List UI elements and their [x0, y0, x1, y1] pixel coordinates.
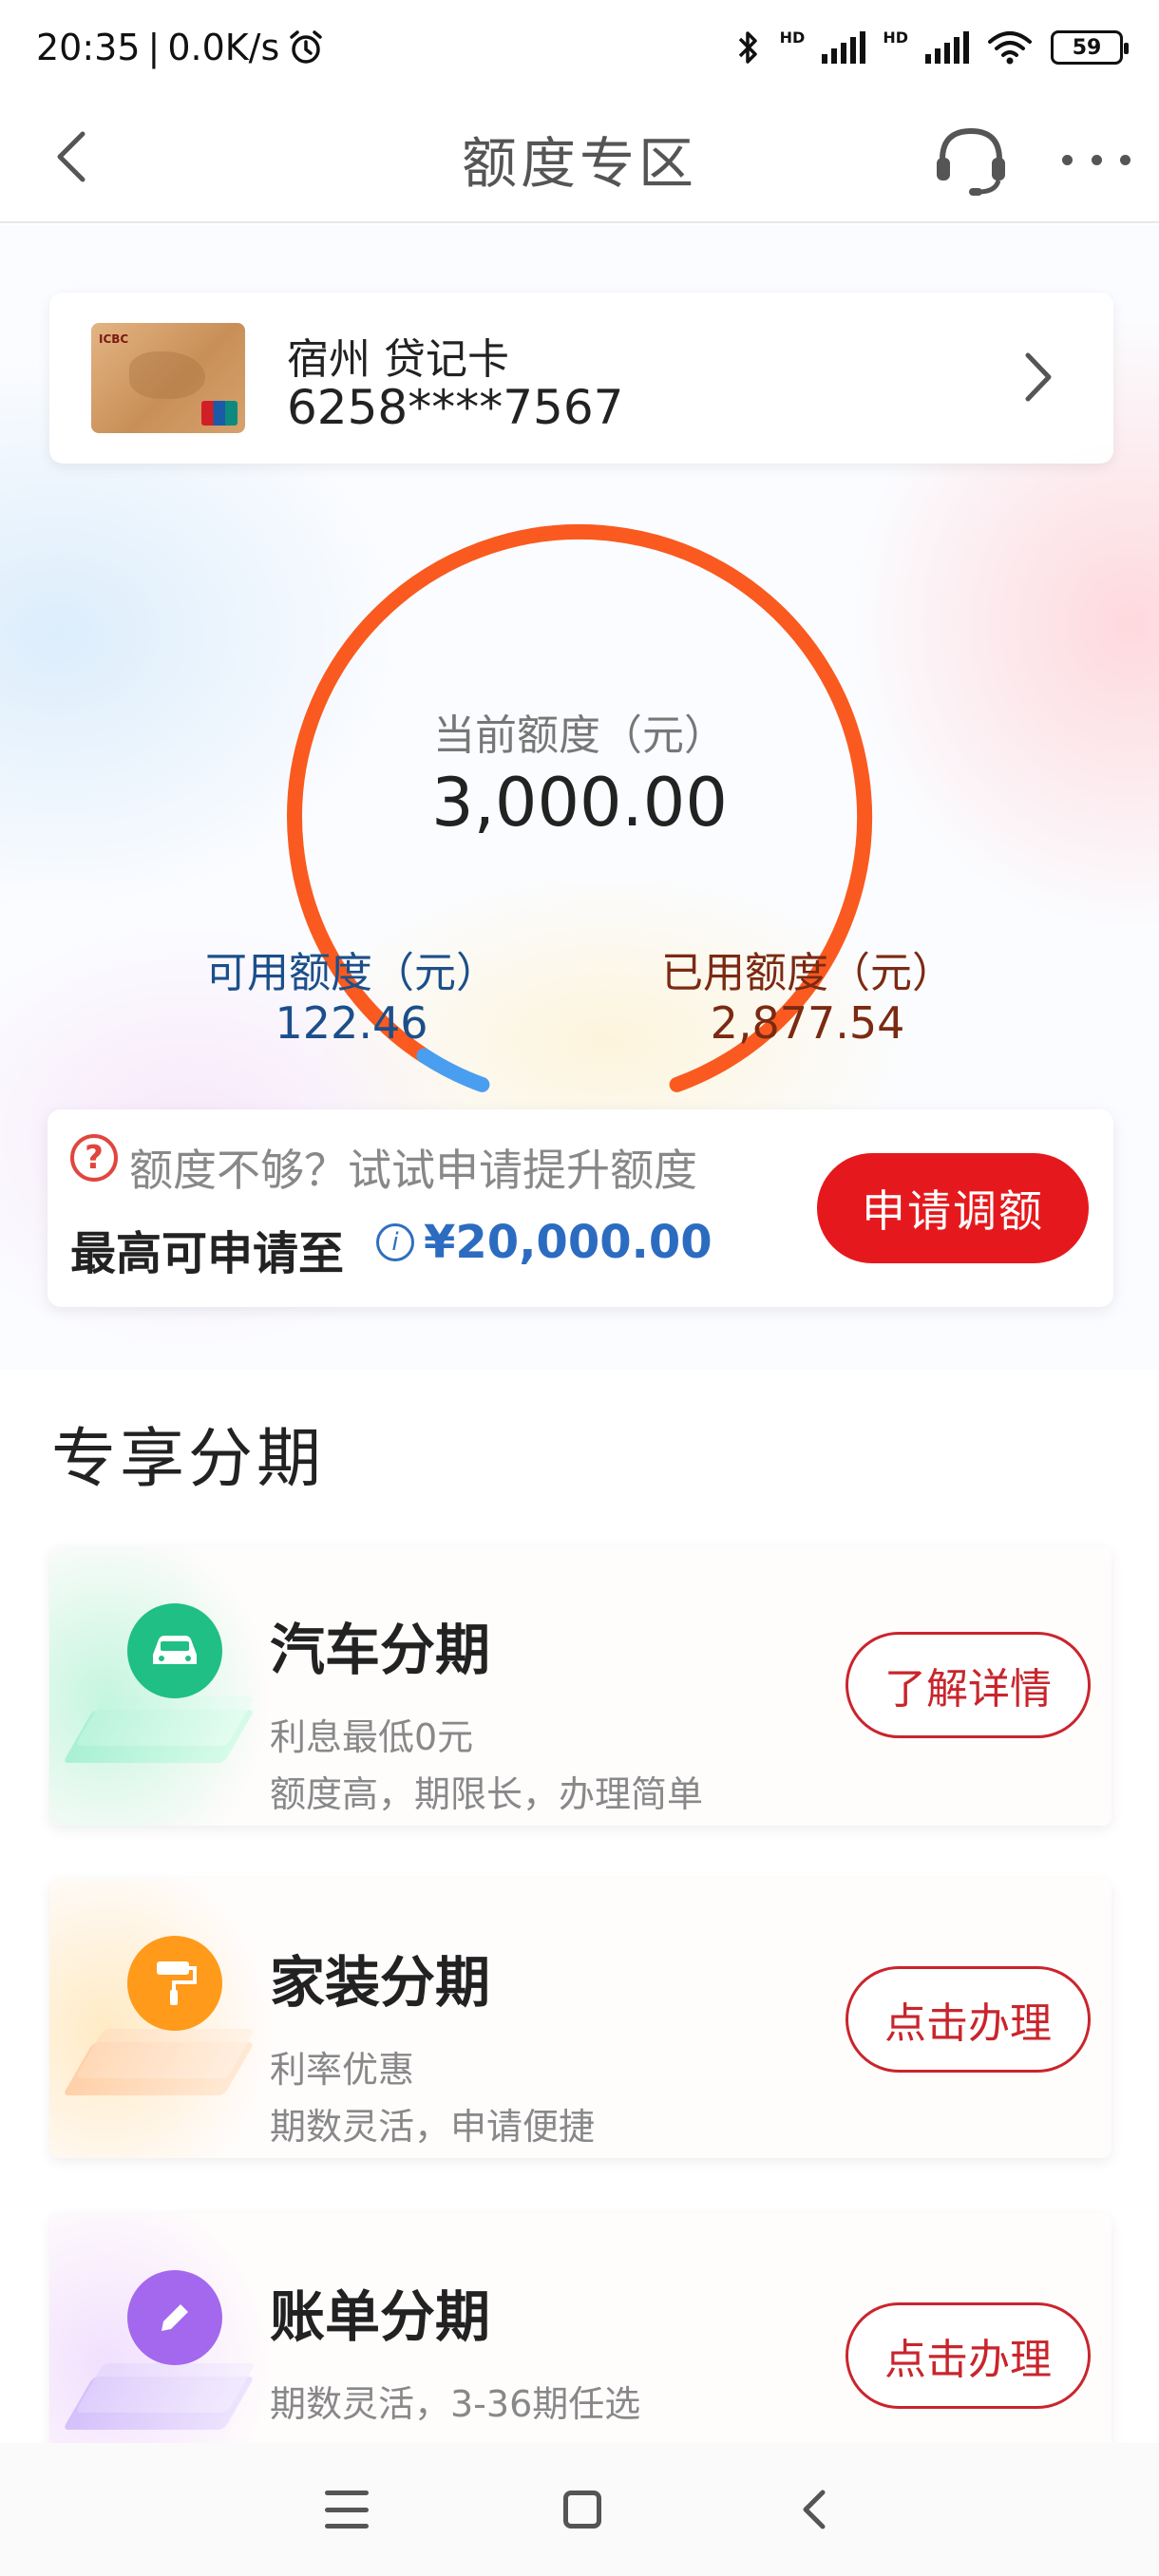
- chevron-right-icon: [1009, 344, 1066, 410]
- battery-level: 59: [1072, 35, 1102, 60]
- battery-icon: 59: [1051, 30, 1129, 65]
- unionpay-logo-icon: [201, 401, 238, 426]
- status-divider: |: [147, 27, 161, 68]
- used-limit-value: 2,877.54: [710, 997, 905, 1049]
- signal-hd-label-2: HD: [883, 28, 908, 47]
- pencil-icon-graphic: [62, 2261, 258, 2451]
- raise-limit-prompt: 额度不够？试试申请提升额度: [129, 1145, 697, 1196]
- apply-now-button[interactable]: 点击办理: [846, 1966, 1091, 2073]
- learn-more-button[interactable]: 了解详情: [846, 1632, 1091, 1738]
- raise-limit-panel: ? 额度不够？试试申请提升额度 最高可申请至 i ¥20,000.00 申请调额: [48, 1109, 1113, 1307]
- card-selector[interactable]: ICBC 宿州 贷记卡 6258****7567: [49, 293, 1113, 464]
- more-dot-icon: [1091, 154, 1102, 165]
- installment-title: 汽车分期: [270, 1618, 491, 1682]
- card-name: 宿州 贷记卡: [287, 335, 509, 384]
- max-limit-amount: ¥20,000.00: [424, 1216, 712, 1269]
- installment-card-bill[interactable]: 账单分期 期数灵活，3-36期任选 点击办理: [49, 2213, 1112, 2460]
- plate-decoration: [74, 1696, 256, 1746]
- car-icon-graphic: [62, 1594, 258, 1784]
- back-button[interactable]: [38, 123, 104, 190]
- info-icon[interactable]: i: [376, 1223, 414, 1261]
- status-right: HD HD 59: [734, 28, 1129, 66]
- back-arrow-icon: [57, 131, 86, 182]
- wifi-icon: [988, 31, 1032, 65]
- question-icon: ?: [70, 1134, 118, 1182]
- installment-desc: 额度高，期限长，办理简单: [270, 1773, 704, 1815]
- card-number: 6258****7567: [287, 380, 624, 435]
- paint-roller-icon-graphic: [62, 1926, 258, 2116]
- installment-desc: 利息最低0元: [270, 1716, 474, 1758]
- bluetooth-icon: [738, 31, 757, 64]
- max-limit-label: 最高可申请至: [70, 1227, 345, 1280]
- signal-hd-label-1: HD: [779, 28, 806, 47]
- installment-desc: 期数灵活，申请便捷: [270, 2106, 596, 2148]
- more-dot-icon: [1120, 154, 1130, 165]
- installment-card-car[interactable]: 汽车分期 利息最低0元 额度高，期限长，办理简单 了解详情: [49, 1546, 1112, 1826]
- nav-bar: 额度专区: [0, 95, 1159, 223]
- status-bar: 20:35 | 0.0K/s HD HD 59: [0, 0, 1159, 95]
- home-icon[interactable]: [562, 2491, 601, 2529]
- signal-icon-2: [925, 31, 969, 64]
- menu-icon[interactable]: [325, 2491, 370, 2529]
- back-triangle-icon[interactable]: [796, 2489, 834, 2530]
- plate-decoration: [74, 2363, 256, 2413]
- alarm-icon: [290, 30, 323, 64]
- apply-now-button[interactable]: 点击办理: [846, 2302, 1091, 2409]
- signal-icon-1: [822, 31, 866, 64]
- installment-title: 账单分期: [270, 2284, 491, 2349]
- plate-decoration: [74, 2029, 256, 2078]
- more-dot-icon: [1062, 154, 1073, 165]
- pencil-icon: [127, 2270, 222, 2365]
- bank-logo-icon: ICBC: [99, 332, 129, 346]
- status-left: 20:35 | 0.0K/s: [36, 27, 325, 68]
- system-nav-bar: [0, 2443, 1159, 2576]
- installment-title: 家装分期: [270, 1950, 491, 2015]
- used-limit-label: 已用额度（元）: [661, 949, 954, 997]
- installment-desc: 利率优惠: [270, 2049, 415, 2091]
- paint-roller-icon: [127, 1936, 222, 2031]
- card-map-graphic: [129, 351, 205, 399]
- installment-desc: 期数灵活，3-36期任选: [270, 2383, 641, 2425]
- status-time: 20:35: [36, 27, 141, 68]
- customer-service-button[interactable]: [931, 122, 1011, 198]
- installment-card-home-decor[interactable]: 家装分期 利率优惠 期数灵活，申请便捷 点击办理: [49, 1879, 1112, 2158]
- more-button[interactable]: [1062, 131, 1130, 188]
- car-icon: [127, 1603, 222, 1698]
- available-limit-value: 122.46: [275, 997, 428, 1049]
- headset-icon: [937, 127, 1005, 196]
- apply-adjust-limit-button[interactable]: 申请调额: [817, 1153, 1089, 1263]
- section-title: 专享分期: [51, 1422, 326, 1497]
- available-limit-label: 可用额度（元）: [205, 949, 498, 997]
- page-title: 额度专区: [461, 130, 697, 196]
- credit-card-image: ICBC: [91, 323, 245, 433]
- status-speed: 0.0K/s: [167, 27, 280, 68]
